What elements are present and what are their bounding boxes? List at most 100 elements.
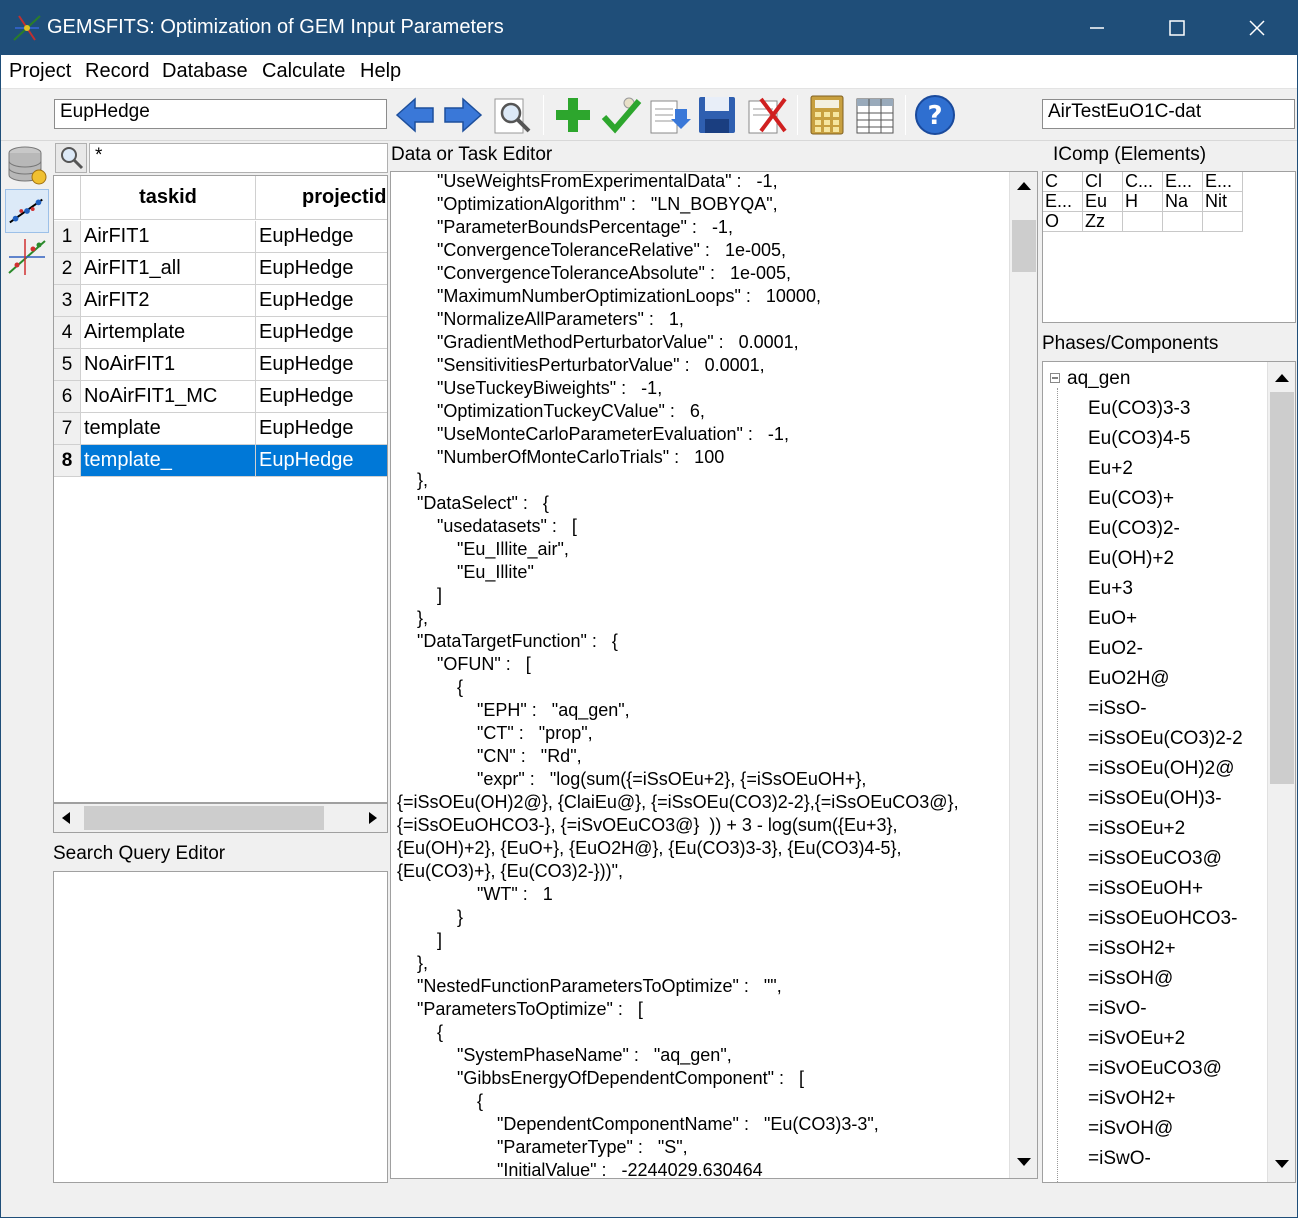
- update-record-button[interactable]: [647, 93, 691, 137]
- phase-component-item[interactable]: Eu(CO3)+: [1088, 488, 1174, 510]
- row-number[interactable]: 5: [54, 349, 81, 381]
- editor-vertical-scrollbar[interactable]: [1009, 172, 1037, 1178]
- phase-component-item[interactable]: =iSsOEu(OH)3-: [1088, 788, 1222, 810]
- phase-component-item[interactable]: =iSsOEu(CO3)2-2: [1088, 728, 1243, 750]
- record-key-field[interactable]: AirTestEuO1C-dat: [1042, 99, 1295, 129]
- table-corner[interactable]: [54, 176, 81, 220]
- phase-component-item[interactable]: =iSvO-: [1088, 998, 1147, 1020]
- database-mode-button[interactable]: [5, 143, 49, 187]
- cell-taskid[interactable]: NoAirFIT1_MC: [81, 381, 256, 413]
- cell-projectid[interactable]: EupHedge: [256, 253, 387, 285]
- phase-component-item[interactable]: =iSwO-: [1088, 1148, 1151, 1170]
- phase-component-item[interactable]: EuO2-: [1088, 638, 1143, 660]
- icomp-cell[interactable]: Na: [1163, 192, 1203, 212]
- cell-projectid[interactable]: EupHedge: [256, 445, 387, 477]
- phase-component-item[interactable]: =iSvOEuCO3@: [1088, 1058, 1222, 1080]
- cell-projectid[interactable]: EupHedge: [256, 381, 387, 413]
- column-header-projectid[interactable]: projectid: [256, 176, 387, 220]
- previous-record-button[interactable]: [393, 93, 437, 137]
- menu-database[interactable]: Database: [162, 60, 248, 83]
- phase-component-item[interactable]: =iSsOEuOH+: [1088, 878, 1203, 900]
- table-horizontal-scrollbar[interactable]: [53, 803, 388, 833]
- scroll-down-icon[interactable]: [1275, 1158, 1289, 1170]
- horizontal-scroll-thumb[interactable]: [84, 806, 324, 830]
- tree-root-aq-gen[interactable]: aq_gen: [1067, 368, 1130, 390]
- cell-projectid[interactable]: EupHedge: [256, 221, 387, 253]
- menu-project[interactable]: Project: [9, 60, 71, 83]
- phase-component-item[interactable]: Eu(OH)+2: [1088, 548, 1174, 570]
- cell-taskid[interactable]: AirFIT1: [81, 221, 256, 253]
- filter-input[interactable]: *: [89, 143, 388, 173]
- phase-component-item[interactable]: =iSsOEuOHCO3-: [1088, 908, 1237, 930]
- check-record-button[interactable]: [599, 93, 643, 137]
- menu-record[interactable]: Record: [85, 60, 149, 83]
- phases-tree[interactable]: aq_gen Eu(CO3)3-3 Eu(CO3)4-5 Eu+2 Eu(CO3)+ E…: [1042, 361, 1296, 1183]
- scroll-up-icon[interactable]: [1275, 372, 1289, 384]
- icomp-cell[interactable]: Eu: [1083, 192, 1123, 212]
- editor-scroll-thumb[interactable]: [1012, 220, 1036, 272]
- phase-component-item[interactable]: =iSvOH@: [1088, 1118, 1173, 1140]
- phase-component-item[interactable]: Eu(CO3)4-5: [1088, 428, 1190, 450]
- phase-component-item[interactable]: Eu(CO3)3-3: [1088, 398, 1190, 420]
- icomp-cell[interactable]: [1123, 212, 1163, 232]
- phase-component-item[interactable]: =iSvOEu+2: [1088, 1028, 1185, 1050]
- delete-record-button[interactable]: [745, 93, 789, 137]
- phase-component-item[interactable]: =iSsOH2+: [1088, 938, 1176, 960]
- cell-projectid[interactable]: EupHedge: [256, 349, 387, 381]
- icomp-cell[interactable]: C: [1043, 172, 1083, 192]
- scroll-up-icon[interactable]: [1017, 180, 1031, 192]
- save-record-button[interactable]: [695, 93, 739, 137]
- scroll-left-icon[interactable]: [60, 812, 72, 824]
- icomp-cell[interactable]: [1203, 212, 1243, 232]
- phases-vertical-scrollbar[interactable]: [1267, 362, 1295, 1182]
- phase-component-item[interactable]: EuO2H@: [1088, 668, 1170, 690]
- cell-taskid[interactable]: AirFIT1_all: [81, 253, 256, 285]
- next-record-button[interactable]: [441, 93, 485, 137]
- menu-help[interactable]: Help: [360, 60, 401, 83]
- icomp-cell[interactable]: Cl: [1083, 172, 1123, 192]
- cell-taskid[interactable]: Airtemplate: [81, 317, 256, 349]
- phase-component-item[interactable]: =iSvOH2+: [1088, 1088, 1176, 1110]
- icomp-cell[interactable]: [1163, 212, 1203, 232]
- phase-component-item[interactable]: =iSsO-: [1088, 698, 1147, 720]
- search-query-editor[interactable]: [53, 871, 388, 1183]
- icomp-cell[interactable]: E...: [1043, 192, 1083, 212]
- row-number[interactable]: 2: [54, 253, 81, 285]
- scroll-down-icon[interactable]: [1017, 1156, 1031, 1168]
- icomp-cell[interactable]: Zz: [1083, 212, 1123, 232]
- cell-projectid[interactable]: EupHedge: [256, 285, 387, 317]
- project-field[interactable]: EupHedge: [54, 99, 387, 129]
- filter-search-button[interactable]: [55, 143, 87, 173]
- icomp-cell[interactable]: C...: [1123, 172, 1163, 192]
- phase-component-item[interactable]: =iSsOH@: [1088, 968, 1173, 990]
- collapse-icon[interactable]: [1050, 373, 1060, 383]
- row-number[interactable]: 3: [54, 285, 81, 317]
- row-number[interactable]: 4: [54, 317, 81, 349]
- cell-taskid[interactable]: AirFIT2: [81, 285, 256, 317]
- scroll-right-icon[interactable]: [367, 812, 379, 824]
- row-number[interactable]: 7: [54, 413, 81, 445]
- cell-taskid[interactable]: NoAirFIT1: [81, 349, 256, 381]
- phase-component-item[interactable]: Eu(CO3)2-: [1088, 518, 1180, 540]
- editor-text[interactable]: "UseWeightsFromExperimentalData" : -1, "…: [397, 172, 1007, 1178]
- fit-results-mode-button[interactable]: [5, 235, 49, 279]
- phases-scroll-thumb[interactable]: [1270, 392, 1294, 784]
- icomp-cell[interactable]: E...: [1203, 172, 1243, 192]
- minimize-button[interactable]: [1057, 1, 1137, 55]
- new-record-button[interactable]: [551, 93, 595, 137]
- help-button[interactable]: ?: [913, 93, 957, 137]
- title-bar[interactable]: GEMSFITS: Optimization of GEM Input Para…: [1, 1, 1297, 55]
- search-button[interactable]: [491, 93, 535, 137]
- maximize-button[interactable]: [1137, 1, 1217, 55]
- calculate-button[interactable]: [805, 93, 849, 137]
- task-mode-button[interactable]: [5, 189, 49, 233]
- phase-component-item[interactable]: =iSsOEu(OH)2@: [1088, 758, 1235, 780]
- phase-component-item[interactable]: EuO+: [1088, 608, 1137, 630]
- cell-taskid[interactable]: template: [81, 413, 256, 445]
- phase-component-item[interactable]: Eu+3: [1088, 578, 1133, 600]
- icomp-cell[interactable]: O: [1043, 212, 1083, 232]
- cell-projectid[interactable]: EupHedge: [256, 413, 387, 445]
- table-view-button[interactable]: [853, 93, 897, 137]
- phase-component-item[interactable]: =iSsOEu+2: [1088, 818, 1185, 840]
- icomp-cell[interactable]: H: [1123, 192, 1163, 212]
